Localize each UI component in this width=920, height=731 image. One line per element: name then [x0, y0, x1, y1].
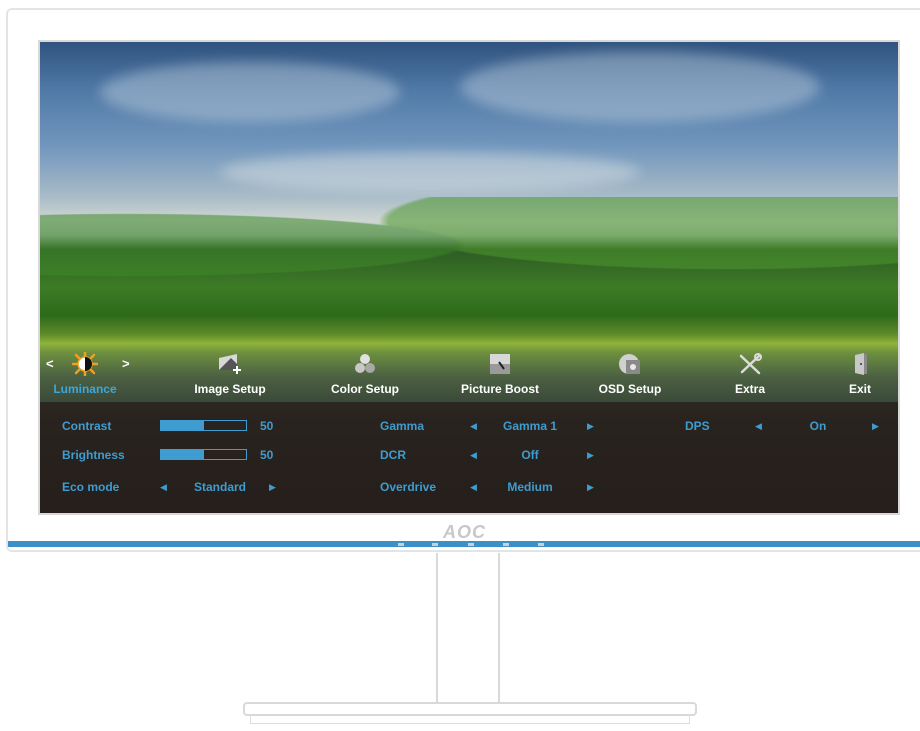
picture-boost-icon [490, 354, 510, 374]
dcr-label: DCR [380, 448, 406, 462]
menu-item-luminance[interactable]: Luminance [42, 344, 128, 402]
cloud [460, 52, 820, 122]
menu-item-extra[interactable]: Extra [715, 344, 785, 402]
overdrive-right-arrow-icon[interactable]: ▶ [587, 482, 594, 493]
menu-item-osd-setup[interactable]: OSD Setup [580, 344, 680, 402]
eco-mode-right-arrow-icon[interactable]: ▶ [269, 482, 276, 493]
menu-item-exit[interactable]: Exit [830, 344, 890, 402]
bezel-button[interactable] [468, 543, 474, 546]
monitor-stand-foot [250, 714, 690, 724]
brightness-label: Brightness [62, 448, 125, 462]
menu-label-color-setup: Color Setup [331, 382, 399, 396]
contrast-value: 50 [260, 419, 274, 433]
overdrive-label: Overdrive [380, 480, 437, 494]
menu-label-exit: Exit [848, 382, 871, 396]
contrast-label: Contrast [62, 419, 112, 433]
dps-left-arrow-icon[interactable]: ◀ [755, 421, 762, 432]
menu-label-luminance: Luminance [53, 382, 117, 396]
bezel-button[interactable] [503, 543, 509, 546]
overdrive-value: Medium [507, 480, 553, 494]
contrast-slider-fill [161, 421, 204, 430]
overdrive-left-arrow-icon[interactable]: ◀ [470, 482, 477, 493]
eco-mode-value: Standard [193, 480, 246, 494]
menu-item-image-setup[interactable]: Image Setup [180, 344, 280, 402]
menu-label-image-setup: Image Setup [194, 382, 266, 396]
menu-item-picture-boost[interactable]: Picture Boost [445, 344, 555, 402]
eco-mode-label: Eco mode [62, 480, 120, 494]
image-setup-icon [219, 354, 241, 374]
brightness-slider[interactable] [160, 449, 247, 460]
menu-label-osd-setup: OSD Setup [598, 382, 662, 396]
sun-contrast-icon [72, 352, 98, 376]
brightness-slider-fill [161, 450, 204, 459]
gamma-right-arrow-icon[interactable]: ▶ [587, 421, 594, 432]
color-setup-icon [355, 354, 375, 373]
dps-right-arrow-icon[interactable]: ▶ [872, 421, 879, 432]
power-button[interactable] [538, 543, 544, 546]
osd-settings-panel: Contrast 50 Brightness 50 Eco mode ◀ Sta… [40, 402, 898, 513]
bezel-button[interactable] [398, 543, 404, 546]
gamma-label: Gamma [380, 419, 425, 433]
treeline [40, 197, 898, 317]
gamma-left-arrow-icon[interactable]: ◀ [470, 421, 477, 432]
tools-icon [739, 353, 762, 375]
dcr-value: Off [521, 448, 539, 462]
menu-item-color-setup[interactable]: Color Setup [315, 344, 415, 402]
cloud [220, 152, 640, 192]
dcr-left-arrow-icon[interactable]: ◀ [470, 450, 477, 461]
monitor-stand-neck [436, 553, 500, 703]
brightness-value: 50 [260, 448, 274, 462]
aoc-logo: AOC [443, 522, 486, 542]
bezel-button[interactable] [432, 543, 438, 546]
osd-menu-bar: < > Luminance Image Setup Color Setup Pi… [40, 344, 898, 402]
monitor-screen: < > Luminance Image Setup Color Setup Pi… [38, 40, 900, 515]
contrast-slider[interactable] [160, 420, 247, 431]
dps-label: DPS [685, 419, 710, 433]
exit-door-icon [855, 353, 867, 375]
dcr-right-arrow-icon[interactable]: ▶ [587, 450, 594, 461]
gamma-value: Gamma 1 [502, 419, 558, 433]
cloud [100, 62, 400, 122]
bezel-accent-strip [8, 541, 920, 547]
menu-label-extra: Extra [734, 382, 766, 396]
menu-label-picture-boost: Picture Boost [460, 382, 539, 396]
eco-mode-left-arrow-icon[interactable]: ◀ [160, 482, 167, 493]
dps-value: On [809, 419, 827, 433]
osd-setup-icon [619, 354, 640, 374]
